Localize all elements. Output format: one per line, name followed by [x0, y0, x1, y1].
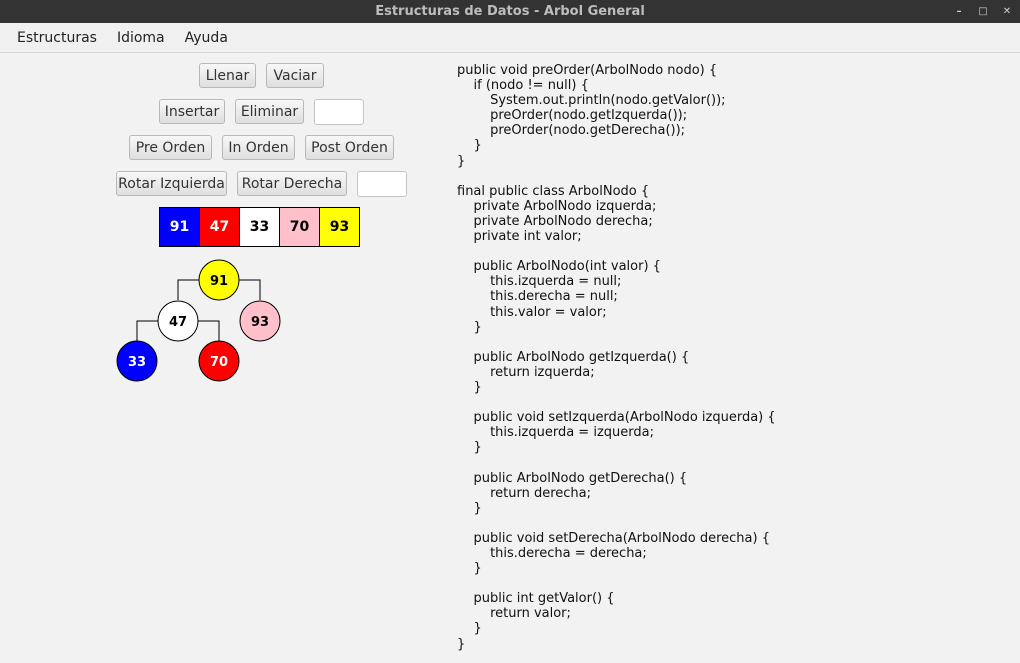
tree-node-33[interactable]: 33 — [116, 340, 158, 382]
window-title: Estructuras de Datos - Arbol General — [375, 4, 645, 19]
tree-node-label: 91 — [210, 274, 228, 289]
code-line: public ArbolNodo(int valor) { — [457, 259, 661, 275]
code-line: public void setDerecha(ArbolNodo derecha… — [457, 530, 770, 546]
window-controls: – □ ✕ — [952, 0, 1014, 23]
code-line: System.out.println(nodo.getValor()); — [457, 93, 726, 109]
tree-node-label: 47 — [169, 315, 187, 330]
code-line: public ArbolNodo getIzquerda() { — [457, 349, 690, 365]
code-line: preOrder(nodo.getDerecha()); — [457, 123, 686, 139]
tree-node-47[interactable]: 47 — [157, 300, 199, 342]
tree-node-70[interactable]: 70 — [198, 340, 240, 382]
code-line: private ArbolNodo derecha; — [457, 213, 653, 229]
tree-node-label: 93 — [251, 315, 269, 330]
tree-diagram: 91 47 93 33 70 — [116, 259, 281, 382]
edge-47-33 — [136, 320, 158, 341]
code-line: } — [457, 379, 482, 395]
code-line: final public class ArbolNodo { — [457, 183, 650, 199]
maximize-icon[interactable]: □ — [976, 5, 990, 19]
code-line: public ArbolNodo getDerecha() { — [457, 470, 688, 486]
code-line: return derecha; — [457, 485, 591, 501]
tree-node-93[interactable]: 93 — [239, 300, 281, 342]
code-line: } — [457, 153, 466, 169]
code-line: this.izquerda = null; — [457, 274, 622, 290]
tree-node-91[interactable]: 91 — [198, 259, 240, 301]
code-line: } — [457, 561, 482, 577]
code-line: private ArbolNodo izquerda; — [457, 198, 657, 214]
code-line: } — [457, 621, 482, 637]
tree-edges — [136, 279, 261, 341]
code-line: if (nodo != null) { — [457, 78, 589, 94]
code-line: this.derecha = derecha; — [457, 546, 647, 561]
edge-91-47 — [177, 279, 199, 300]
code-line: return izquerda; — [457, 364, 595, 380]
tree-node-label: 33 — [128, 355, 146, 370]
minimize-icon[interactable]: – — [952, 5, 966, 19]
code-line: preOrder(nodo.getIzquerda()); — [457, 108, 688, 124]
edge-91-93 — [239, 279, 261, 300]
code-line: this.derecha = null; — [457, 289, 618, 305]
code-line: this.izquerda = izquerda; — [457, 425, 654, 441]
code-line: public void preOrder(ArbolNodo nodo) { — [457, 63, 718, 78]
code-listing: public void preOrder(ArbolNodo nodo) { i… — [457, 63, 776, 652]
code-line: return valor; — [457, 606, 571, 622]
tree-node-label: 70 — [210, 355, 228, 370]
code-line: } — [457, 636, 466, 652]
code-line: this.valor = valor; — [457, 304, 607, 320]
edge-47-70 — [198, 320, 220, 341]
code-line: } — [457, 500, 482, 516]
code-line: public int getValor() { — [457, 591, 615, 607]
code-line: } — [457, 440, 482, 456]
code-line: } — [457, 319, 482, 335]
code-line: } — [457, 138, 482, 154]
code-line: private int valor; — [457, 229, 582, 245]
close-icon[interactable]: ✕ — [1000, 5, 1014, 19]
code-line: public void setIzquerda(ArbolNodo izquer… — [457, 410, 776, 426]
